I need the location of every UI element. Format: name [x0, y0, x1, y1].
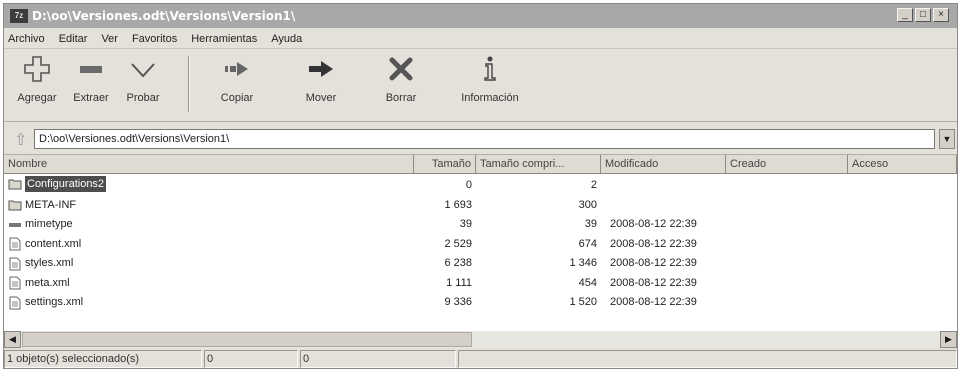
window-controls: _ □ × [897, 8, 949, 22]
column-header-size[interactable]: Tamaño [414, 155, 476, 174]
document-icon [9, 237, 21, 251]
copy-arrow-icon [225, 62, 248, 76]
address-dropdown-button[interactable]: ▼ [939, 129, 955, 149]
file-row[interactable]: mimetype 39 39 2008-08-12 22:39 [4, 215, 764, 234]
menu-editar[interactable]: Editar [59, 33, 88, 45]
file-modified: 2008-08-12 22:39 [610, 257, 697, 269]
status-packed: 0 [300, 350, 456, 368]
file-packed-size: 674 [578, 237, 597, 250]
maximize-button[interactable]: □ [915, 8, 931, 22]
file-size: 0 [465, 179, 472, 191]
folder-icon [8, 200, 22, 211]
minimize-button[interactable]: _ [897, 8, 913, 22]
menu-favoritos[interactable]: Favoritos [132, 33, 177, 45]
file-packed-size: 2 [590, 179, 597, 191]
folder-icon [8, 179, 22, 190]
file-row[interactable]: content.xml 2 529 674 2008-08-12 22:39 [4, 235, 764, 254]
file-size: 1 111 [446, 276, 472, 289]
app-icon: 7z [10, 9, 28, 23]
column-header-modified[interactable]: Modificado [601, 155, 726, 174]
move-arrow-icon [309, 61, 333, 77]
delete-button[interactable]: Borrar [370, 54, 432, 104]
up-folder-icon[interactable]: ⇧ [14, 130, 27, 150]
column-header-accessed[interactable]: Acceso [848, 155, 957, 174]
address-bar: ⇧ D:\oo\Versiones.odt\Versions\Version1\… [4, 123, 957, 155]
file-packed-size: 1 520 [569, 296, 597, 308]
minus-icon [80, 66, 102, 73]
file-modified: 2008-08-12 22:39 [610, 276, 697, 289]
file-name: META-INF [25, 198, 77, 211]
address-input[interactable]: D:\oo\Versiones.odt\Versions\Version1\ [34, 129, 935, 149]
close-button[interactable]: × [933, 8, 949, 22]
menu-ver[interactable]: Ver [101, 33, 118, 45]
file-list: Nombre Tamaño Tamaño compri... Modificad… [4, 155, 957, 331]
file-packed-size: 300 [578, 198, 597, 211]
extract-label: Extraer [73, 92, 109, 104]
file-packed-size: 454 [578, 276, 597, 289]
file-row[interactable]: Configurations2 0 2 [4, 176, 764, 195]
file-packed-size: 1 346 [569, 257, 597, 269]
document-icon [9, 296, 21, 309]
file-name: mimetype [25, 218, 73, 230]
file-size: 9 336 [444, 296, 472, 308]
file-row[interactable]: META-INF 1 693 300 [4, 196, 764, 215]
file-name: settings.xml [25, 296, 84, 308]
scroll-thumb[interactable] [22, 332, 472, 347]
copy-button[interactable]: Copiar [206, 54, 268, 104]
scroll-right-arrow[interactable]: ▶ [940, 331, 957, 348]
column-header-created[interactable]: Creado [726, 155, 848, 174]
column-header-packed-size[interactable]: Tamaño compri... [476, 155, 601, 174]
status-bar: 1 objeto(s) seleccionado(s) 0 0 [4, 348, 957, 368]
status-empty [458, 350, 957, 368]
checkmark-icon [131, 63, 155, 78]
delete-x-icon [389, 57, 413, 81]
document-icon [9, 257, 21, 270]
horizontal-scrollbar[interactable]: ◀ ▶ [4, 331, 957, 348]
file-name: styles.xml [25, 257, 74, 269]
file-modified: 2008-08-12 22:39 [610, 237, 697, 250]
file-modified: 2008-08-12 22:39 [610, 296, 697, 308]
file-size: 2 529 [444, 237, 472, 250]
status-selection: 1 objeto(s) seleccionado(s) [4, 350, 202, 368]
scroll-left-arrow[interactable]: ◀ [4, 331, 21, 348]
file-size: 6 238 [444, 257, 472, 269]
file-name: meta.xml [25, 276, 70, 289]
column-header-name[interactable]: Nombre [4, 155, 414, 174]
title-bar[interactable]: 7z D:\oo\Versiones.odt\Versions\Version1… [4, 4, 957, 28]
add-button[interactable]: Agregar [6, 54, 68, 104]
status-size: 0 [204, 350, 298, 368]
document-icon [9, 276, 21, 290]
menu-bar: Archivo Editar Ver Favoritos Herramienta… [4, 29, 957, 49]
move-button[interactable]: Mover [290, 54, 352, 104]
test-button[interactable]: Probar [112, 54, 174, 104]
file-row[interactable]: meta.xml 1 111 454 2008-08-12 22:39 [4, 274, 764, 293]
archive-window: 7z D:\oo\Versiones.odt\Versions\Version1… [3, 3, 958, 369]
add-label: Agregar [17, 92, 57, 104]
file-row[interactable]: settings.xml 9 336 1 520 2008-08-12 22:39 [4, 293, 764, 312]
file-size: 39 [459, 218, 472, 230]
file-packed-size: 39 [584, 218, 597, 230]
menu-archivo[interactable]: Archivo [8, 33, 45, 45]
info-button[interactable]: Información [459, 54, 521, 104]
menu-ayuda[interactable]: Ayuda [271, 33, 302, 45]
plus-icon [24, 56, 50, 82]
toolbar: Agregar Extraer Probar Copiar Mover Borr… [4, 50, 957, 122]
copy-label: Copiar [220, 92, 254, 104]
file-row[interactable]: styles.xml 6 238 1 346 2008-08-12 22:39 [4, 254, 764, 273]
move-label: Mover [305, 92, 337, 104]
file-name: Configurations2 [25, 176, 107, 192]
window-title: D:\oo\Versiones.odt\Versions\Version1\ [32, 9, 296, 23]
delete-label: Borrar [385, 92, 417, 104]
info-icon [484, 56, 496, 81]
file-modified: 2008-08-12 22:39 [610, 218, 697, 230]
info-label: Información [461, 92, 519, 104]
toolbar-separator [188, 56, 190, 112]
file-size: 1 693 [444, 198, 472, 211]
test-label: Probar [126, 92, 160, 104]
file-name: content.xml [25, 237, 82, 250]
menu-herramientas[interactable]: Herramientas [191, 33, 257, 45]
file-icon [9, 222, 21, 227]
